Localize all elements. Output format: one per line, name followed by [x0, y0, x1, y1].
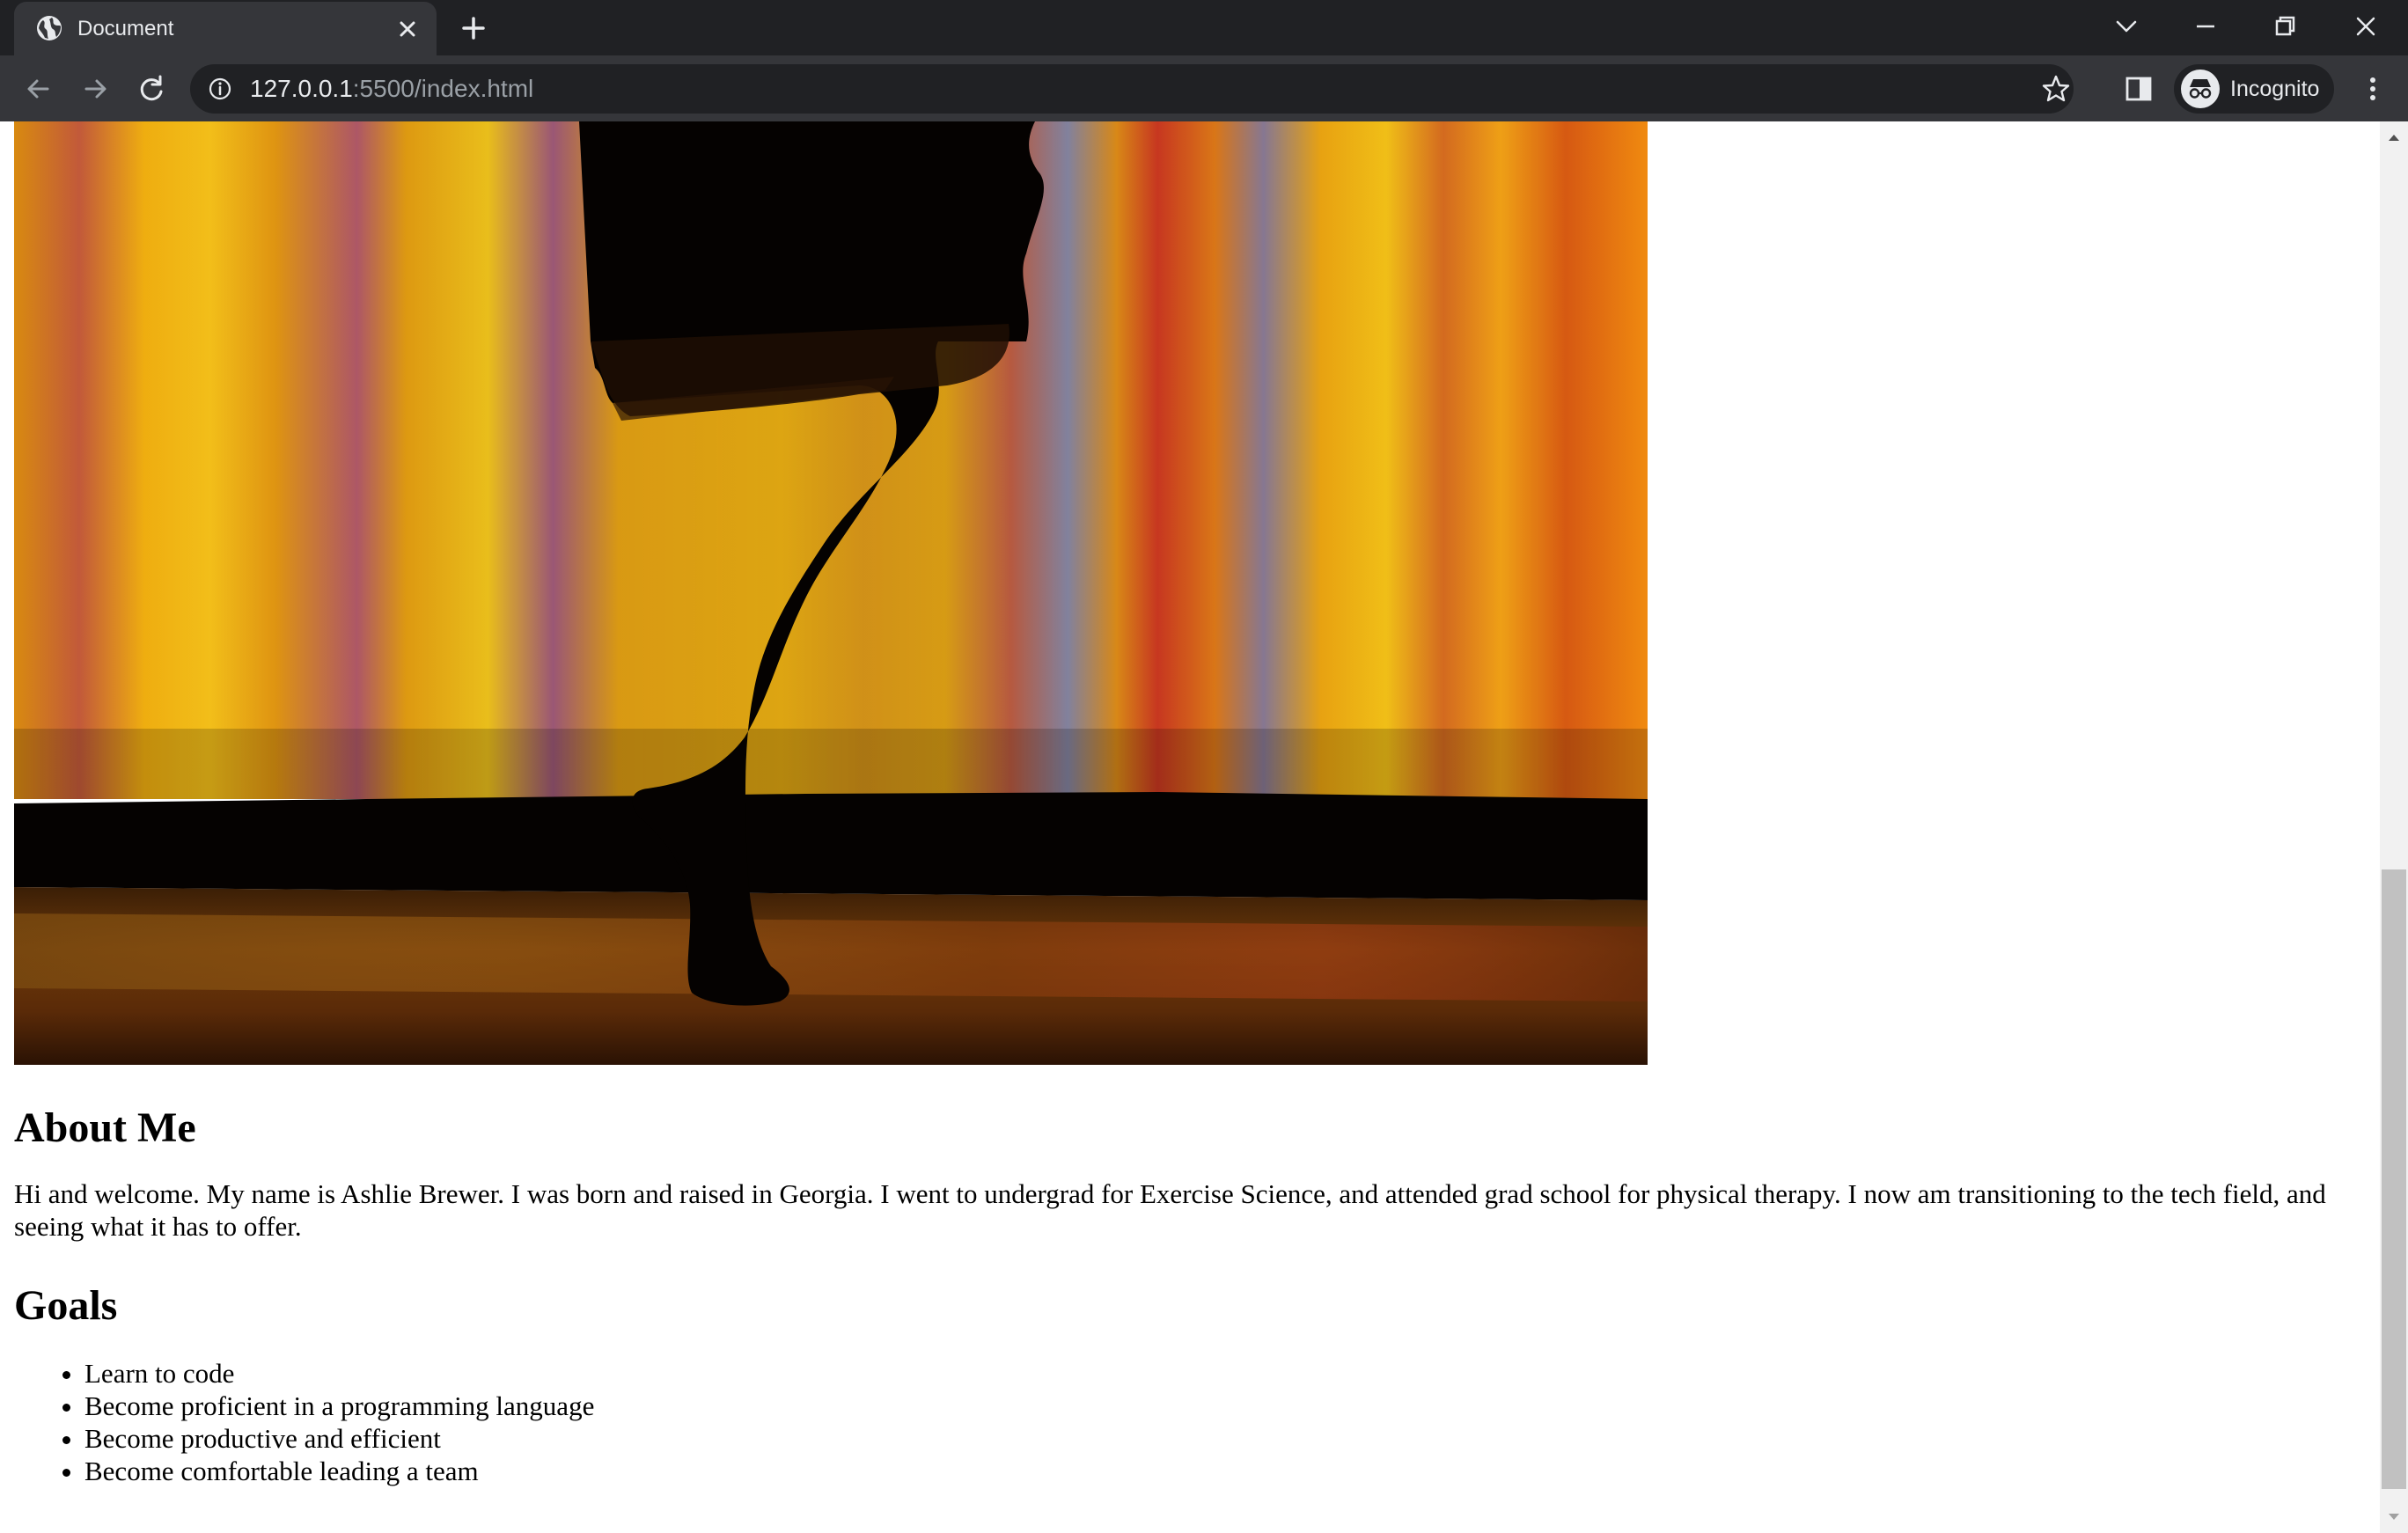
plus-icon[interactable]	[458, 12, 489, 44]
list-item: Become productive and efficient	[84, 1422, 2369, 1455]
scroll-down-arrow-icon[interactable]	[2380, 1507, 2408, 1528]
url-path: :5500/index.html	[352, 75, 534, 102]
tab-title: Document	[77, 17, 174, 40]
kebab-menu-icon[interactable]	[2355, 71, 2390, 106]
list-item: Become proficient in a programming langu…	[84, 1390, 2369, 1422]
url-text: 127.0.0.1:5500/index.html	[250, 76, 533, 102]
url-host: 127.0.0.1	[250, 75, 353, 102]
side-panel-icon[interactable]	[2123, 73, 2155, 105]
main-content: About Me Hi and welcome. My name is Ashl…	[14, 1065, 2369, 1487]
hero-image-dancer-silhouette	[14, 121, 1648, 1065]
page-viewport: About Me Hi and welcome. My name is Ashl…	[0, 121, 2380, 1533]
vertical-scrollbar[interactable]	[2380, 121, 2408, 1533]
close-icon[interactable]	[394, 16, 421, 42]
incognito-label: Incognito	[2230, 77, 2320, 101]
goals-list: Learn to code Become proficient in a pro…	[14, 1357, 2369, 1487]
list-item: Become comfortable leading a team	[84, 1455, 2369, 1487]
globe-icon	[37, 16, 62, 40]
scrollbar-thumb[interactable]	[2382, 869, 2406, 1489]
incognito-profile-button[interactable]: Incognito	[2174, 64, 2334, 114]
address-bar[interactable]: 127.0.0.1:5500/index.html	[190, 64, 2074, 114]
list-item: Learn to code	[84, 1357, 2369, 1390]
tab-strip: Document	[0, 0, 2408, 55]
browser-tab-document[interactable]: Document	[14, 2, 437, 55]
goals-heading: Goals	[14, 1282, 118, 1329]
arrow-right-icon[interactable]	[77, 71, 113, 106]
star-icon[interactable]	[2040, 73, 2072, 105]
scroll-up-arrow-icon[interactable]	[2380, 127, 2408, 148]
incognito-icon	[2181, 70, 2220, 108]
about-paragraph: Hi and welcome. My name is Ashlie Brewer…	[14, 1178, 2326, 1242]
info-icon[interactable]	[208, 77, 232, 101]
restore-icon[interactable]	[2267, 9, 2302, 44]
close-window-icon[interactable]	[2348, 9, 2383, 44]
about-heading: About Me	[14, 1104, 196, 1151]
chevron-down-icon[interactable]	[2109, 9, 2144, 44]
reload-icon[interactable]	[134, 71, 169, 106]
arrow-left-icon[interactable]	[21, 71, 56, 106]
minimize-icon[interactable]	[2188, 9, 2223, 44]
browser-toolbar: 127.0.0.1:5500/index.html Incognito	[0, 55, 2408, 121]
